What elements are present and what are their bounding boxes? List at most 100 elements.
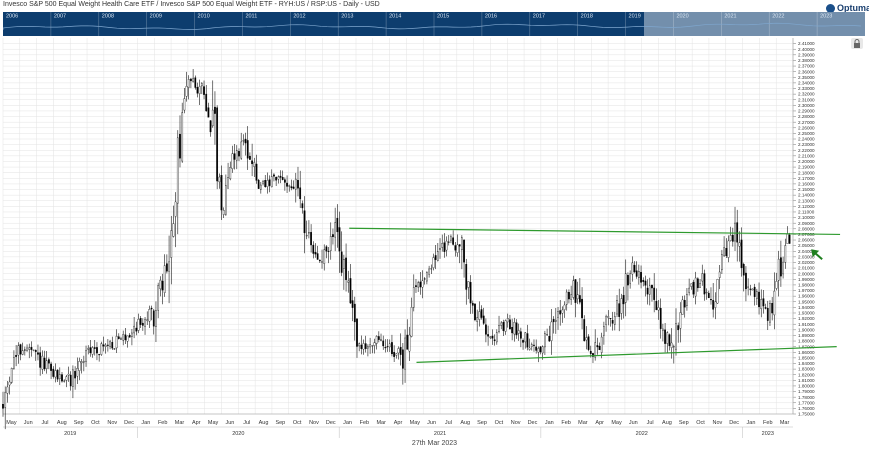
candle-body [63, 380, 66, 382]
candle-body [476, 317, 479, 322]
candle-body [61, 374, 63, 382]
candle-body [347, 280, 350, 283]
y-tick-label: 2.22000 [798, 148, 815, 153]
candle-body [382, 340, 385, 347]
x-tick-year-label: 2019 [64, 431, 76, 437]
candle-body [133, 325, 135, 334]
candle-body [141, 322, 144, 326]
x-tick-month-label: Oct [495, 420, 504, 426]
candle-body [360, 344, 363, 349]
candle-body [281, 177, 284, 180]
y-tick-label: 2.30000 [798, 103, 815, 108]
candle-body [349, 278, 352, 304]
candle-body [736, 222, 739, 243]
y-tick-label: 1.79000 [798, 389, 815, 394]
candle-body [288, 185, 291, 187]
candle-body [388, 343, 391, 348]
y-tick-label: 2.28000 [798, 114, 815, 119]
y-tick-label: 2.31000 [798, 97, 815, 102]
y-tick-label: 1.99000 [798, 277, 815, 282]
candle-body [6, 386, 9, 394]
y-tick-label: 2.19000 [798, 165, 815, 170]
candle-body [515, 322, 518, 336]
candle-body [107, 344, 109, 346]
candle-body [216, 107, 219, 182]
candle-body [214, 106, 216, 114]
lock-button[interactable] [851, 38, 863, 49]
candle-body [751, 288, 754, 291]
candle-body [314, 252, 317, 255]
candle-body [544, 333, 546, 348]
candle-body [323, 249, 326, 264]
x-tick-month-label: Aug [57, 420, 67, 426]
candle-body [502, 322, 505, 331]
candle-body [561, 309, 564, 314]
y-tick-label: 2.00000 [798, 271, 815, 276]
candle-body [56, 369, 59, 380]
x-tick-month-label: Jan [343, 420, 352, 426]
candle-body [458, 244, 461, 247]
candle-body [380, 339, 382, 342]
navigator-year-label: 2021 [724, 14, 736, 20]
candle-body [740, 239, 743, 269]
candle-body [775, 281, 778, 289]
candle-body [605, 316, 607, 325]
candle-body [635, 270, 638, 277]
candle-body [565, 291, 568, 305]
candle-body [318, 259, 321, 262]
candle-body [373, 342, 376, 346]
candle-body [183, 98, 186, 111]
x-tick-month-label: Sep [477, 420, 487, 426]
candle-body [85, 350, 87, 362]
x-tick-month-label: Sep [275, 420, 285, 426]
candle-body [161, 280, 164, 291]
candle-body [76, 368, 79, 377]
x-tick-month-label: Jul [42, 420, 49, 426]
candle-body [694, 277, 697, 297]
candle-body [539, 346, 542, 353]
x-tick-month-label: Apr [394, 420, 403, 426]
y-tick-label: 1.78000 [798, 395, 815, 400]
candle-body [718, 271, 721, 278]
candle-body [4, 392, 7, 408]
y-tick-label: 2.39000 [798, 52, 815, 57]
candle-body [401, 349, 404, 369]
candle-body [690, 283, 693, 287]
x-tick-month-label: Aug [662, 420, 672, 426]
candle-body [34, 349, 37, 352]
candle-body [576, 294, 579, 300]
y-tick-label: 2.35000 [798, 75, 815, 80]
candle-body [115, 336, 118, 349]
candle-body [415, 285, 417, 287]
candle-body [91, 347, 94, 355]
y-tick-label: 2.05000 [798, 243, 815, 248]
candle-body [109, 341, 111, 347]
y-tick-label: 1.98000 [798, 283, 815, 288]
candle-body [321, 261, 323, 263]
candle-body [148, 309, 151, 322]
candle-body [441, 242, 444, 248]
candle-body [609, 318, 612, 319]
candle-body [653, 287, 656, 300]
candle-body [670, 342, 673, 348]
candle-body [310, 232, 312, 246]
navigator-year-label: 2011 [245, 14, 257, 20]
candle-body [696, 278, 699, 289]
candle-body [640, 272, 642, 283]
candle-body [644, 280, 647, 286]
candle-body [749, 288, 752, 290]
x-tick-month-label: Nov [309, 420, 319, 426]
candle-body [616, 300, 618, 315]
candle-body [683, 300, 686, 308]
candle-body [491, 335, 494, 339]
candle-body [244, 138, 247, 144]
x-tick-month-label: Jan [141, 420, 150, 426]
candle-body [622, 295, 625, 305]
navigator-year-label: 2015 [437, 14, 449, 20]
candle-body [467, 281, 470, 288]
timeline-navigator[interactable]: 2006 2007 2008 2009 2010 2011 2012 2013 2014 2015… [3, 12, 865, 36]
y-tick-label: 2.33000 [798, 86, 815, 91]
y-tick-label: 1.77000 [798, 400, 815, 405]
candle-body [642, 280, 645, 282]
price-chart[interactable]: 2.410002.400002.390002.380002.370002.360… [0, 36, 869, 453]
